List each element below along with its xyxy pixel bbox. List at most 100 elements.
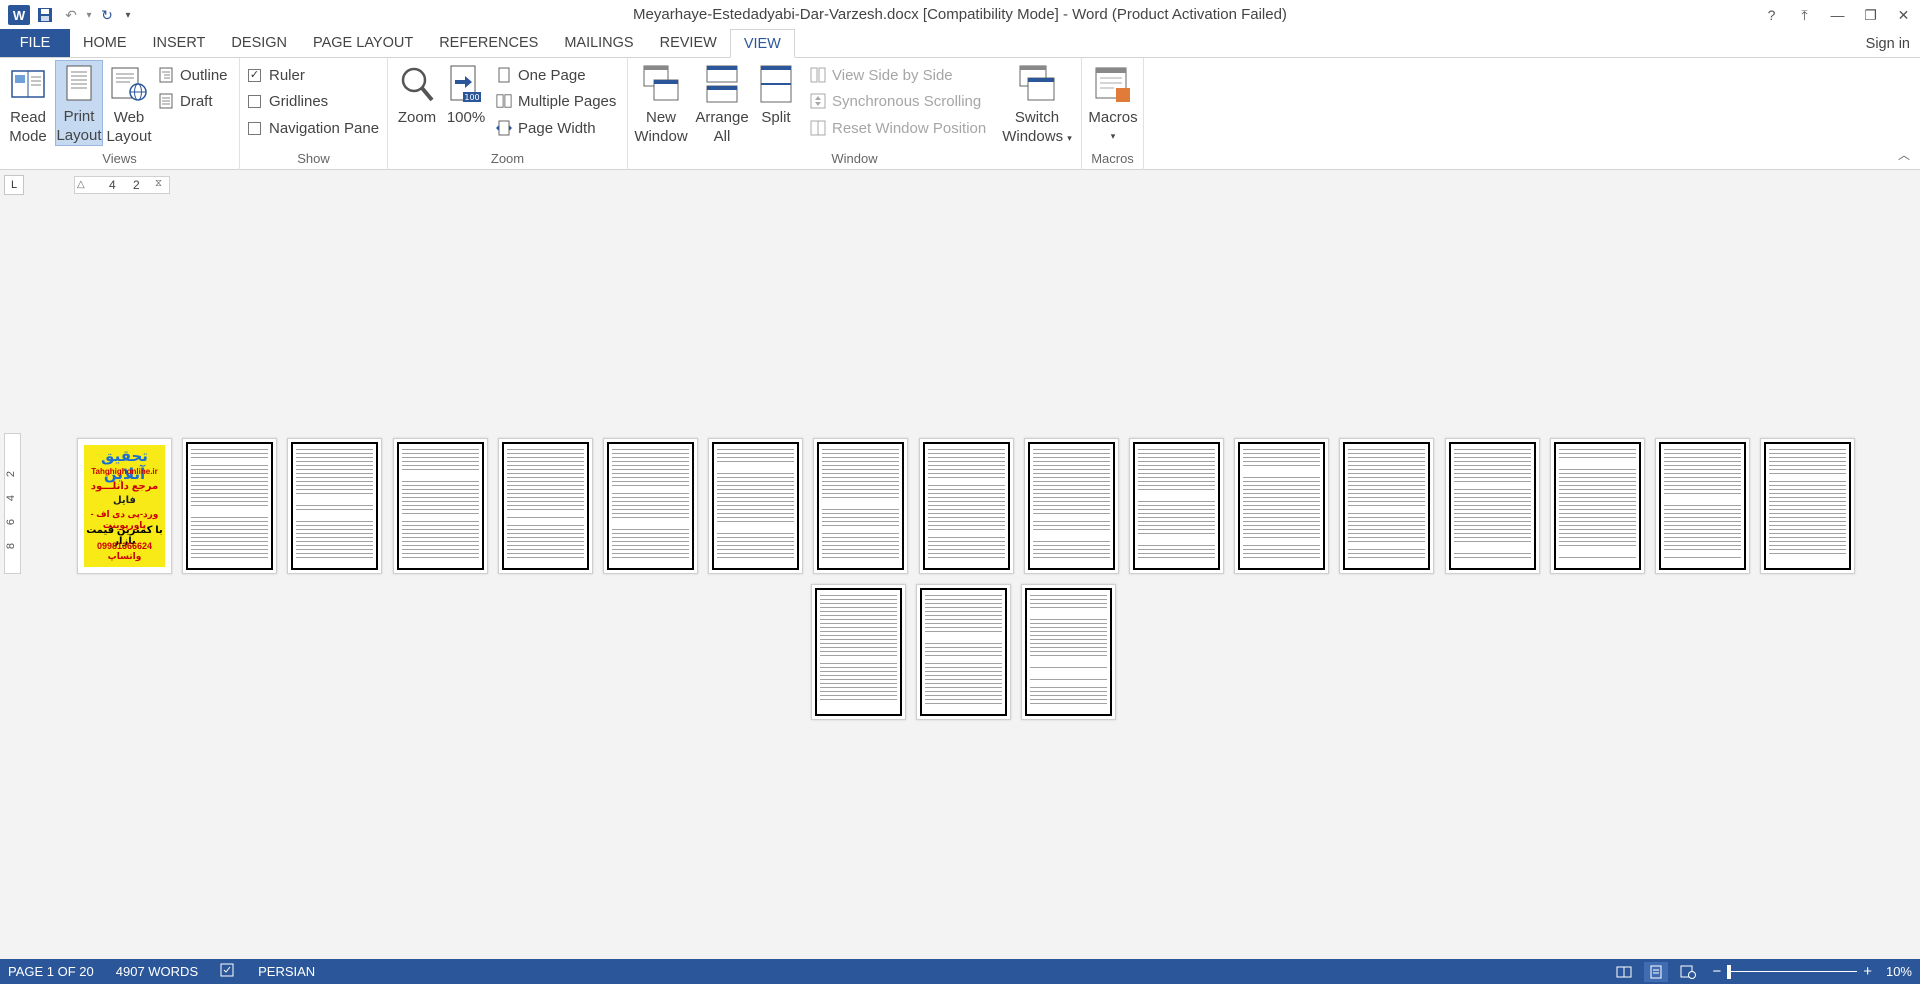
collapse-ribbon-icon[interactable]: ︿ [1898, 146, 1910, 163]
page-thumbnail[interactable] [1021, 584, 1116, 720]
page-thumbnail[interactable] [813, 438, 909, 574]
multiple-pages-button[interactable]: Multiple Pages [496, 89, 616, 113]
macros-group-label: Macros [1091, 151, 1134, 166]
synchronous-scrolling-button[interactable]: Synchronous Scrolling [810, 89, 981, 113]
ribbon-display-options-button[interactable]: ⤒ [1788, 0, 1821, 30]
tab-review[interactable]: REVIEW [647, 29, 730, 57]
zoom-button[interactable]: Zoom [394, 62, 440, 127]
page-thumbnail[interactable] [708, 438, 804, 574]
tab-insert[interactable]: INSERT [140, 29, 219, 57]
close-button[interactable]: ✕ [1887, 0, 1920, 30]
undo-icon[interactable]: ↶ [58, 3, 84, 27]
zoom-out-button[interactable]: − [1712, 963, 1721, 980]
redo-icon[interactable]: ↻ [94, 3, 120, 27]
page-thumbnail[interactable]: تحقیق آنلاین Tahghighonline.ir مرجع دانل… [77, 438, 172, 574]
word-app-icon[interactable]: W [6, 3, 32, 27]
customize-qat-icon[interactable]: ▾ [120, 3, 136, 27]
page-width-button[interactable]: Page Width [496, 116, 596, 140]
tab-references[interactable]: REFERENCES [426, 29, 551, 57]
new-window-label-2: Window [634, 128, 688, 145]
status-bar: PAGE 1 OF 20 4907 WORDS PERSIAN − + 10% [0, 959, 1920, 984]
draft-button[interactable]: Draft [158, 89, 213, 113]
tab-page-layout[interactable]: PAGE LAYOUT [300, 29, 426, 57]
web-layout-button[interactable]: Web Layout [106, 62, 152, 146]
hruler-tick-2: 2 [133, 178, 140, 192]
new-window-button[interactable]: New Window [632, 62, 690, 146]
page-thumbnail[interactable] [1339, 438, 1435, 574]
navigation-pane-checkbox[interactable]: Navigation Pane [248, 116, 379, 140]
side-by-side-icon [810, 67, 826, 83]
horizontal-ruler[interactable]: △ 4 2 ⧖ [74, 176, 170, 194]
page-thumbnail[interactable] [1655, 438, 1750, 574]
gridlines-checkbox[interactable]: Gridlines [248, 89, 328, 113]
page-thumbnail[interactable] [916, 584, 1011, 720]
page-thumbnail[interactable] [1444, 438, 1540, 574]
zoom-100-button[interactable]: 100 100% [444, 62, 488, 127]
macros-label: Macros [1088, 109, 1138, 126]
page-count[interactable]: PAGE 1 OF 20 [8, 964, 94, 979]
one-page-button[interactable]: One Page [496, 63, 586, 87]
proofing-icon[interactable] [220, 963, 236, 980]
page-thumbnail[interactable] [1234, 438, 1330, 574]
page-thumbnail[interactable] [287, 438, 383, 574]
print-layout-button[interactable]: Print Layout [55, 60, 103, 146]
new-window-label-1: New [645, 109, 676, 126]
macros-button[interactable]: Macros ▾ [1086, 62, 1140, 146]
page-thumbnail[interactable] [1760, 438, 1856, 574]
zoom-in-button[interactable]: + [1863, 963, 1872, 980]
arrange-all-button[interactable]: Arrange All [692, 62, 752, 146]
tab-mailings[interactable]: MAILINGS [551, 29, 646, 57]
outline-button[interactable]: Outline [158, 63, 228, 87]
ruler-checkbox[interactable]: ✓ Ruler [248, 63, 305, 87]
tab-view[interactable]: VIEW [729, 29, 795, 58]
reset-window-position-button[interactable]: Reset Window Position [810, 116, 986, 140]
show-group: ✓ Ruler Gridlines Navigation Pane Show [240, 58, 388, 170]
page-thumbnail[interactable] [392, 438, 488, 574]
switch-windows-icon [1018, 62, 1056, 106]
word-count[interactable]: 4907 WORDS [116, 964, 198, 979]
hruler-indent-marker[interactable]: △ [77, 179, 85, 190]
page-thumbnail[interactable] [918, 438, 1014, 574]
print-layout-view-icon[interactable] [1644, 961, 1669, 982]
web-layout-icon [110, 62, 148, 106]
zoom-slider[interactable] [1727, 962, 1858, 982]
view-side-by-side-button[interactable]: View Side by Side [810, 63, 953, 87]
page-thumbnail[interactable] [497, 438, 593, 574]
zoom-label: Zoom [397, 109, 437, 126]
read-mode-button[interactable]: Read Mode [4, 62, 52, 146]
hruler-right-indent-marker[interactable]: ⧖ [155, 178, 162, 189]
document-area[interactable]: تحقیق آنلاین Tahghighonline.ir مرجع دانل… [0, 201, 1920, 959]
synchronous-scrolling-label: Synchronous Scrolling [832, 92, 982, 110]
page-thumbnail[interactable] [603, 438, 698, 574]
language-indicator[interactable]: PERSIAN [258, 964, 315, 979]
page-width-label: Page Width [518, 119, 596, 137]
page-thumbnail[interactable] [1549, 438, 1645, 574]
minimize-button[interactable]: — [1821, 0, 1854, 30]
zoom-group: Zoom 100 100% One Page Multiple Pages Pa… [388, 58, 628, 170]
zoom-level[interactable]: 10% [1886, 964, 1912, 979]
sign-in-link[interactable]: Sign in [1866, 36, 1910, 52]
restore-button[interactable]: ❐ [1854, 0, 1887, 30]
zoom-slider-thumb[interactable] [1727, 964, 1732, 979]
tab-selector[interactable]: L [4, 175, 24, 195]
window-title: Meyarhaye-Estedadyabi-Dar-Varzesh.docx [… [633, 6, 1287, 23]
tab-design[interactable]: DESIGN [218, 29, 300, 57]
split-button[interactable]: Split [754, 62, 798, 127]
outline-label: Outline [180, 66, 228, 84]
page-thumbnail[interactable] [182, 438, 278, 574]
read-mode-view-icon[interactable] [1612, 962, 1636, 982]
gridlines-check-icon [248, 94, 261, 108]
help-button[interactable]: ? [1755, 0, 1788, 30]
arrange-all-label-1: Arrange [695, 109, 749, 126]
undo-dropdown-icon[interactable]: ▾ [84, 3, 94, 27]
page-thumbnail[interactable] [1129, 438, 1224, 574]
web-layout-view-icon[interactable] [1676, 962, 1700, 982]
page-thumbnail[interactable] [811, 584, 906, 720]
gridlines-label: Gridlines [269, 92, 329, 110]
switch-windows-button[interactable]: Switch Windows ▾ [1000, 62, 1074, 148]
ribbon-tabs: FILE HOME INSERT DESIGN PAGE LAYOUT REFE… [0, 29, 1920, 58]
tab-file[interactable]: FILE [0, 29, 70, 57]
save-icon[interactable] [32, 3, 58, 27]
page-thumbnail[interactable] [1023, 438, 1119, 574]
tab-home[interactable]: HOME [70, 29, 140, 57]
